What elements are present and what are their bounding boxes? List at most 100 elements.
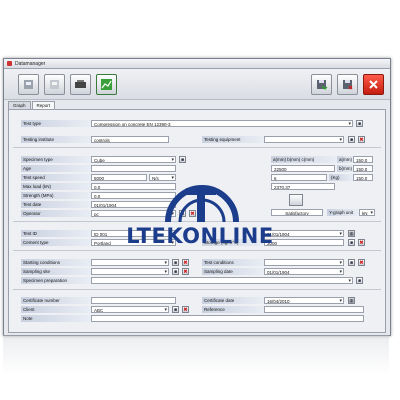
test-type-label: Test type [21,120,91,127]
starting-conditions-select[interactable] [91,259,169,266]
dim-b-field[interactable]: 150.0 [353,165,373,172]
certificate-calendar-icon[interactable]: ▦ [348,297,355,304]
strength-field[interactable]: 0.0 [91,192,176,199]
storage-delete-button[interactable]: ✖ [358,239,365,246]
test-date-picker[interactable]: 01/01/1904 [91,201,176,208]
starting-conditions-save-button[interactable]: ■ [172,259,179,266]
app-icon [7,61,12,66]
note-field[interactable] [91,315,364,322]
operator-save-button[interactable]: ■ [179,210,186,217]
specimen-type-select[interactable]: Cube [91,156,176,163]
testing-equipment-select[interactable] [264,136,344,143]
window-reflection [3,335,389,375]
operator-select[interactable]: pc [91,210,176,217]
max-load-field[interactable]: 0.0 [91,183,176,190]
starting-conditions-delete-button[interactable]: ✖ [182,259,189,266]
specimen-save-button[interactable]: ■ [179,156,186,163]
chart-icon[interactable] [96,74,117,95]
test-conditions-delete-button[interactable]: ✖ [358,259,365,266]
save-disk-icon[interactable] [311,74,332,95]
strength-label: Strength (MPa) [21,192,91,199]
mass-field[interactable]: 6 [271,174,327,181]
mass-unit: (Kg) [329,174,353,181]
close-x-icon[interactable] [363,74,384,95]
test-speed-field[interactable]: 5000 [91,174,147,181]
testing-institute-label: Testing institute [21,136,91,143]
dim-c-field[interactable]: 150.0 [353,174,373,181]
test-type-button[interactable]: ■ [356,120,363,127]
client-label: Client [21,306,91,313]
sampling-date-label: Sampling date [202,268,264,275]
starting-conditions-label: Starting conditions [21,259,91,266]
graph-unit-select[interactable]: kN [359,209,375,216]
testing-institute-field[interactable]: controls [91,136,169,143]
test-id-field[interactable]: ID 001 [91,230,176,237]
storage-label: Storage (kg/m^3) [202,239,264,246]
certificate-date-picker[interactable]: 16/04/2010 [264,297,344,304]
sampling-date-picker[interactable]: 01/01/1904 [264,268,344,275]
equipment-save-button[interactable]: ■ [348,136,355,143]
specimen-preparation-save-button[interactable]: ■ [356,277,363,284]
client-delete-button[interactable]: ✖ [182,306,189,313]
reference-field[interactable] [264,306,364,313]
specimen-preparation-select[interactable] [91,277,353,284]
separator [13,147,381,148]
lab-disabled-icon[interactable] [44,74,65,95]
testing-equipment-label: Testing equipment [202,136,264,143]
report-panel: Test type Compression on concrete EN 123… [8,109,386,333]
test-conditions-label: Test conditions [202,259,264,266]
dim-a-field[interactable]: 150.0 [353,156,373,163]
dim-a-unit: a(mm) [337,156,353,163]
lab-icon[interactable] [18,74,39,95]
separator [13,250,381,251]
density-field[interactable]: 2370.37 [271,183,335,190]
title-bar: Datamanager [4,59,390,69]
storage-field[interactable]: 3000 [264,239,344,246]
sampling-site-save-button[interactable]: ■ [172,268,179,275]
separator [13,221,381,222]
reference-label: Reference [202,306,264,313]
certificate-number-label: Certificate number [21,297,91,304]
note-label: Note [21,315,91,322]
specimen-preparation-label: Specimen preparation [21,277,91,284]
storage-save-button[interactable]: ■ [348,239,355,246]
toolbar [4,69,390,100]
test-speed-label: Test speed [21,174,91,181]
test-conditions-select[interactable] [264,259,344,266]
area-field[interactable]: 22500 [271,165,335,172]
dims-label: a(mm) b(mm) c(mm) [271,156,337,163]
test-id-label: Test ID [21,230,91,237]
test-date-label: Test date [21,201,91,208]
result-field[interactable]: Satisfactory [271,209,323,216]
tab-strip: Graph Report [8,101,56,110]
sampling-site-select[interactable] [91,268,169,275]
age-field[interactable] [91,165,176,172]
operator-label: Operator [21,210,91,217]
max-load-label: Max load (kN) [21,183,91,190]
graph-unit-label: Y-graph unit [327,209,359,216]
certificate-number-field[interactable] [91,297,176,304]
sampling-site-delete-button[interactable]: ✖ [182,268,189,275]
separator [13,289,381,290]
test-type-select[interactable]: Compression on concrete EN 12390-3 [91,120,353,127]
delete-disk-icon[interactable] [337,74,358,95]
test-press-icon[interactable] [70,74,91,95]
client-save-button[interactable]: ■ [172,306,179,313]
dim-b-unit: b(mm) [337,165,353,172]
client-select[interactable]: ABC [91,306,169,313]
window-title: Datamanager [15,60,46,67]
calendar-icon[interactable]: ▦ [348,230,355,237]
cement-type-label: Cement type [21,239,91,246]
datamanager-window: Datamanager Graph Report Test type Compr… [3,58,391,336]
cement-type-select[interactable]: Portland [91,239,176,246]
test-speed-unit-select[interactable]: N/s [149,174,176,181]
sampling-site-label: Sampling site [21,268,91,275]
cast-date-picker[interactable]: 01/01/1904 [264,230,344,237]
certificate-date-label: Certificate date [202,297,264,304]
cube-icon[interactable] [289,194,303,206]
age-label: Age [21,165,91,172]
operator-delete-button[interactable]: ✖ [189,210,196,217]
test-conditions-save-button[interactable]: ■ [348,259,355,266]
equipment-delete-button[interactable]: ✖ [358,136,365,143]
specimen-type-label: Specimen type [21,156,91,163]
